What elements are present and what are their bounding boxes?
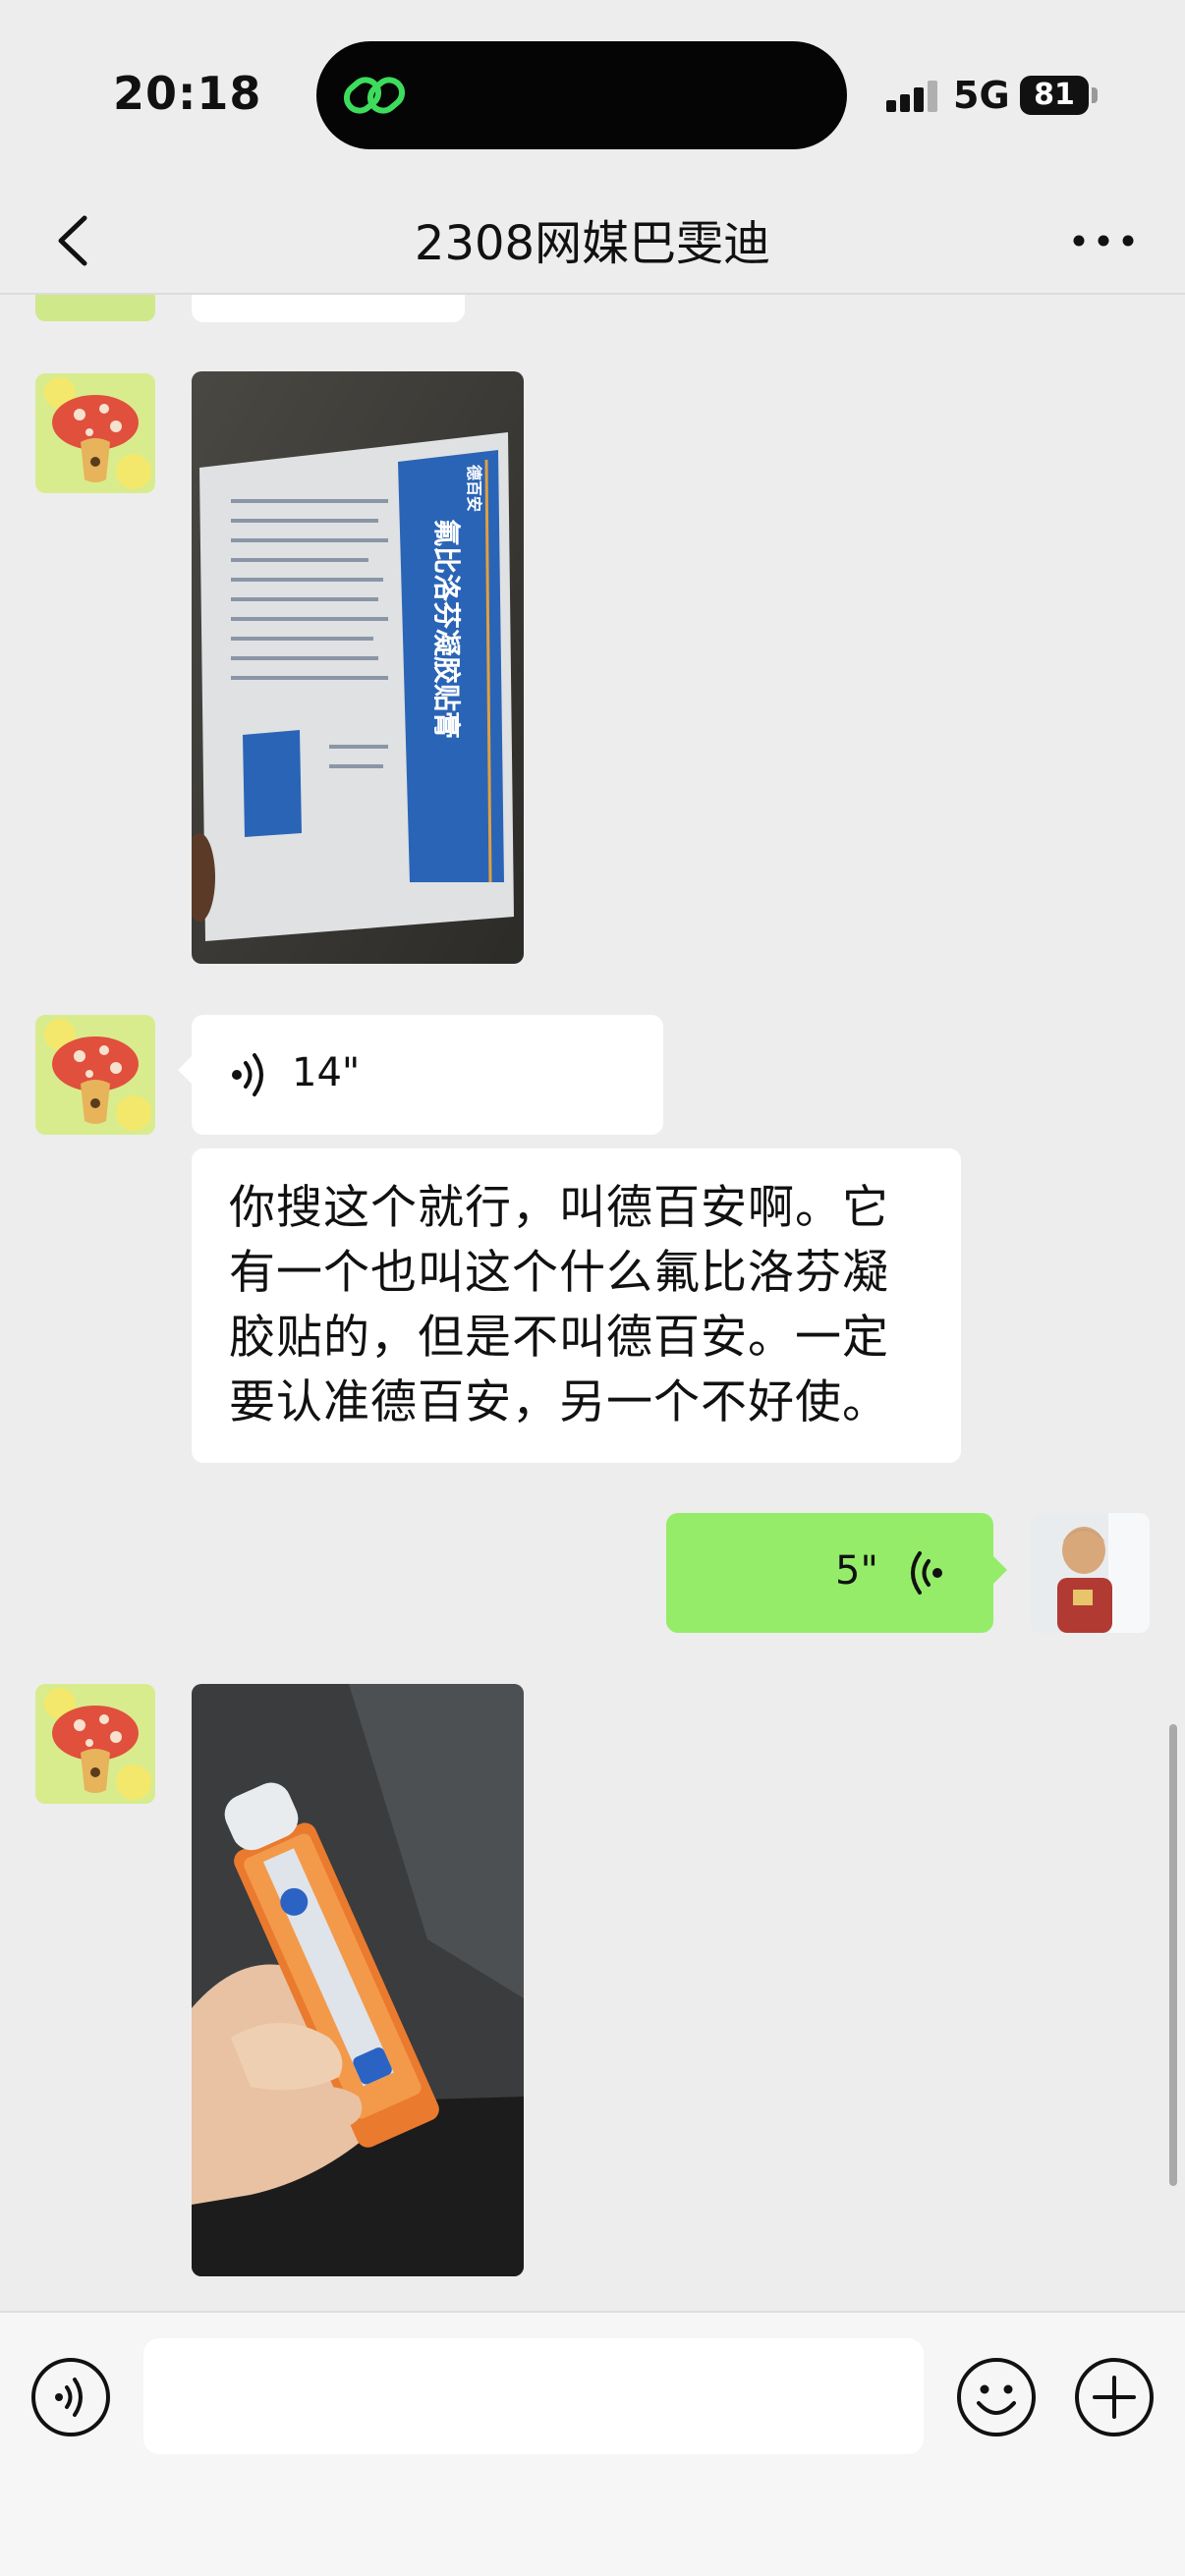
voice-duration: 14" <box>292 1050 361 1095</box>
input-bar <box>0 2311 1185 2576</box>
mushroom-avatar-icon <box>35 1015 155 1135</box>
medicine-package-photo: 氟比洛芬凝胶贴膏 德百安 <box>192 371 524 964</box>
text-message-incoming[interactable]: 你搜这个就行，叫德百安啊。它有一个也叫这个什么氟比洛芬凝胶贴的，但是不叫德百安。… <box>192 1148 961 1463</box>
voice-wave-icon <box>911 1551 942 1595</box>
voice-message-outgoing[interactable]: 5" <box>666 1513 1007 1633</box>
message-text: 你搜这个就行，叫德百安啊。它有一个也叫这个什么氟比洛芬凝胶贴的，但是不叫德百安。… <box>229 1181 889 1429</box>
chat-scrollbar[interactable] <box>1169 1724 1177 2186</box>
contact-avatar[interactable] <box>35 1015 155 1135</box>
message-list[interactable]: 氟比洛芬凝胶贴膏 德百安 14" 你搜这个就行，叫德百安啊。它有一个也叫这个什么… <box>0 295 1185 2309</box>
chat-header: 2308网媒巴雯迪 <box>0 187 1185 295</box>
my-avatar[interactable] <box>1030 1513 1150 1633</box>
voice-message-incoming[interactable]: 14" <box>178 1015 663 1135</box>
signal-icon <box>886 81 937 112</box>
package-product-text: 氟比洛芬凝胶贴膏 <box>430 519 463 739</box>
mushroom-avatar-icon <box>35 373 155 493</box>
selfie-avatar-icon <box>1030 1513 1150 1633</box>
network-type: 5G <box>953 74 1010 117</box>
voice-wave-icon <box>232 1053 263 1096</box>
emoji-icon[interactable] <box>955 2356 1038 2438</box>
ointment-tube-photo <box>192 1684 524 2276</box>
contact-avatar[interactable] <box>35 373 155 493</box>
message-bubble-partial[interactable] <box>192 295 465 322</box>
dynamic-island[interactable] <box>316 41 847 149</box>
plus-circle-icon[interactable] <box>1073 2356 1156 2438</box>
contact-avatar[interactable] <box>35 1684 155 1804</box>
package-brand-text: 德百安 <box>465 465 483 512</box>
image-message-package[interactable]: 氟比洛芬凝胶贴膏 德百安 <box>192 371 524 964</box>
status-time: 20:18 <box>113 67 262 120</box>
chat-title: 2308网媒巴雯迪 <box>414 216 771 271</box>
mushroom-avatar-icon <box>35 1684 155 1804</box>
battery-tip <box>1092 87 1098 103</box>
message-input[interactable] <box>143 2338 924 2454</box>
image-message-tube[interactable] <box>192 1684 524 2276</box>
status-bar: 20:18 5G 81 <box>0 0 1185 187</box>
more-dots-icon[interactable] <box>1069 216 1138 265</box>
link-rings-icon <box>343 77 406 114</box>
voice-duration: 5" <box>835 1548 878 1594</box>
contact-avatar[interactable] <box>35 295 155 321</box>
voice-mode-icon[interactable] <box>29 2356 112 2438</box>
battery-indicator: 81 <box>1020 76 1089 115</box>
